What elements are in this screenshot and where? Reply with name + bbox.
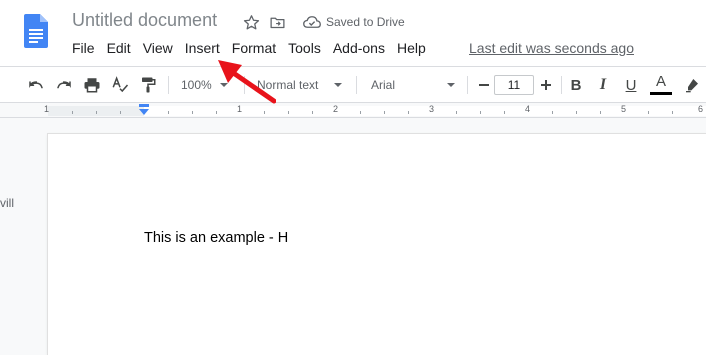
increase-font-size-button[interactable]	[535, 67, 557, 103]
text-color-swatch	[650, 92, 672, 95]
outline-side-text: vill	[0, 196, 14, 210]
redo-button[interactable]	[53, 67, 75, 103]
ruler-number: 2	[333, 104, 339, 114]
menu-add-ons[interactable]: Add-ons	[327, 37, 391, 59]
menu-file[interactable]: File	[66, 37, 101, 59]
text-color-button[interactable]: A	[650, 67, 672, 103]
font-value: Arial	[371, 78, 396, 92]
highlight-color-button[interactable]	[681, 67, 703, 103]
document-canvas: vill This is an example - H	[0, 118, 706, 355]
ruler-tick	[600, 111, 601, 114]
document-page[interactable]: This is an example - H	[48, 134, 706, 355]
menu-tools[interactable]: Tools	[282, 37, 327, 59]
toolbar-separator	[467, 76, 468, 94]
font-size-value: 11	[507, 78, 521, 92]
bold-button[interactable]: B	[565, 67, 587, 103]
paint-format-button[interactable]	[137, 67, 159, 103]
ruler-number: 6	[698, 104, 704, 114]
menu-view[interactable]: View	[137, 37, 179, 59]
cloud-done-icon	[303, 16, 321, 28]
ruler-tick	[576, 111, 577, 114]
ruler-tick	[192, 111, 193, 114]
ruler-number: 1	[44, 104, 50, 114]
ruler-tick	[480, 111, 481, 114]
saved-status[interactable]: Saved to Drive	[303, 11, 405, 33]
app-header: Untitled document Saved to Drive File Ed…	[0, 0, 706, 66]
plus-icon	[541, 80, 551, 90]
ruler-tick	[648, 111, 649, 114]
docs-logo-icon[interactable]	[24, 14, 48, 48]
document-body-text[interactable]: This is an example - H	[144, 230, 288, 246]
highlighter-icon	[686, 79, 698, 93]
menu-edit[interactable]: Edit	[101, 37, 137, 59]
indent-marker-icon[interactable]	[138, 104, 150, 116]
ruler-number: 3	[429, 104, 435, 114]
ruler-tick	[408, 111, 409, 114]
italic-button[interactable]: I	[592, 67, 614, 103]
print-icon	[84, 78, 100, 93]
saved-status-text: Saved to Drive	[326, 15, 405, 29]
toolbar: 100% Normal text Arial 11 B I U A	[0, 66, 706, 103]
font-size-input[interactable]: 11	[494, 75, 534, 95]
ruler-number: 5	[621, 104, 627, 114]
ruler-tick	[288, 111, 289, 114]
ruler-tick	[216, 111, 217, 114]
ruler-tick	[672, 111, 673, 114]
spellcheck-icon	[112, 76, 129, 93]
redo-icon	[57, 81, 71, 89]
chevron-down-icon	[447, 83, 456, 87]
print-button[interactable]	[81, 67, 103, 103]
font-select[interactable]: Arial	[371, 67, 456, 103]
red-pointer-arrow-icon	[218, 60, 276, 104]
toolbar-separator	[561, 76, 562, 94]
ruler-tick	[312, 111, 313, 114]
text-color-label: A	[655, 73, 666, 90]
ruler-tick	[96, 111, 97, 114]
ruler-number: 1	[237, 104, 243, 114]
document-title[interactable]: Untitled document	[72, 10, 217, 31]
chevron-down-icon	[334, 83, 343, 87]
ruler-tick	[504, 111, 505, 114]
title-actions	[242, 11, 294, 33]
toolbar-separator	[356, 76, 357, 94]
star-icon[interactable]	[242, 13, 260, 31]
last-edit-link[interactable]: Last edit was seconds ago	[469, 37, 634, 59]
ruler-tick	[456, 111, 457, 114]
spellcheck-button[interactable]	[109, 67, 131, 103]
ruler-number: 4	[525, 104, 531, 114]
minus-icon	[479, 84, 489, 86]
ruler-tick	[120, 111, 121, 114]
move-folder-icon[interactable]	[268, 13, 286, 31]
undo-icon	[29, 81, 43, 89]
ruler-tick	[552, 111, 553, 114]
undo-button[interactable]	[25, 67, 47, 103]
underline-button[interactable]: U	[620, 67, 642, 103]
menu-help[interactable]: Help	[391, 37, 432, 59]
horizontal-ruler[interactable]: 1 1 2 3 4 5 6	[0, 103, 706, 118]
ruler-tick	[384, 111, 385, 114]
ruler-tick	[360, 111, 361, 114]
ruler-tick	[72, 111, 73, 114]
paint-format-icon	[142, 77, 156, 93]
ruler-tick	[264, 111, 265, 114]
decrease-font-size-button[interactable]	[473, 67, 495, 103]
ruler-tick	[168, 111, 169, 114]
zoom-value: 100%	[181, 78, 212, 92]
toolbar-separator	[168, 76, 169, 94]
